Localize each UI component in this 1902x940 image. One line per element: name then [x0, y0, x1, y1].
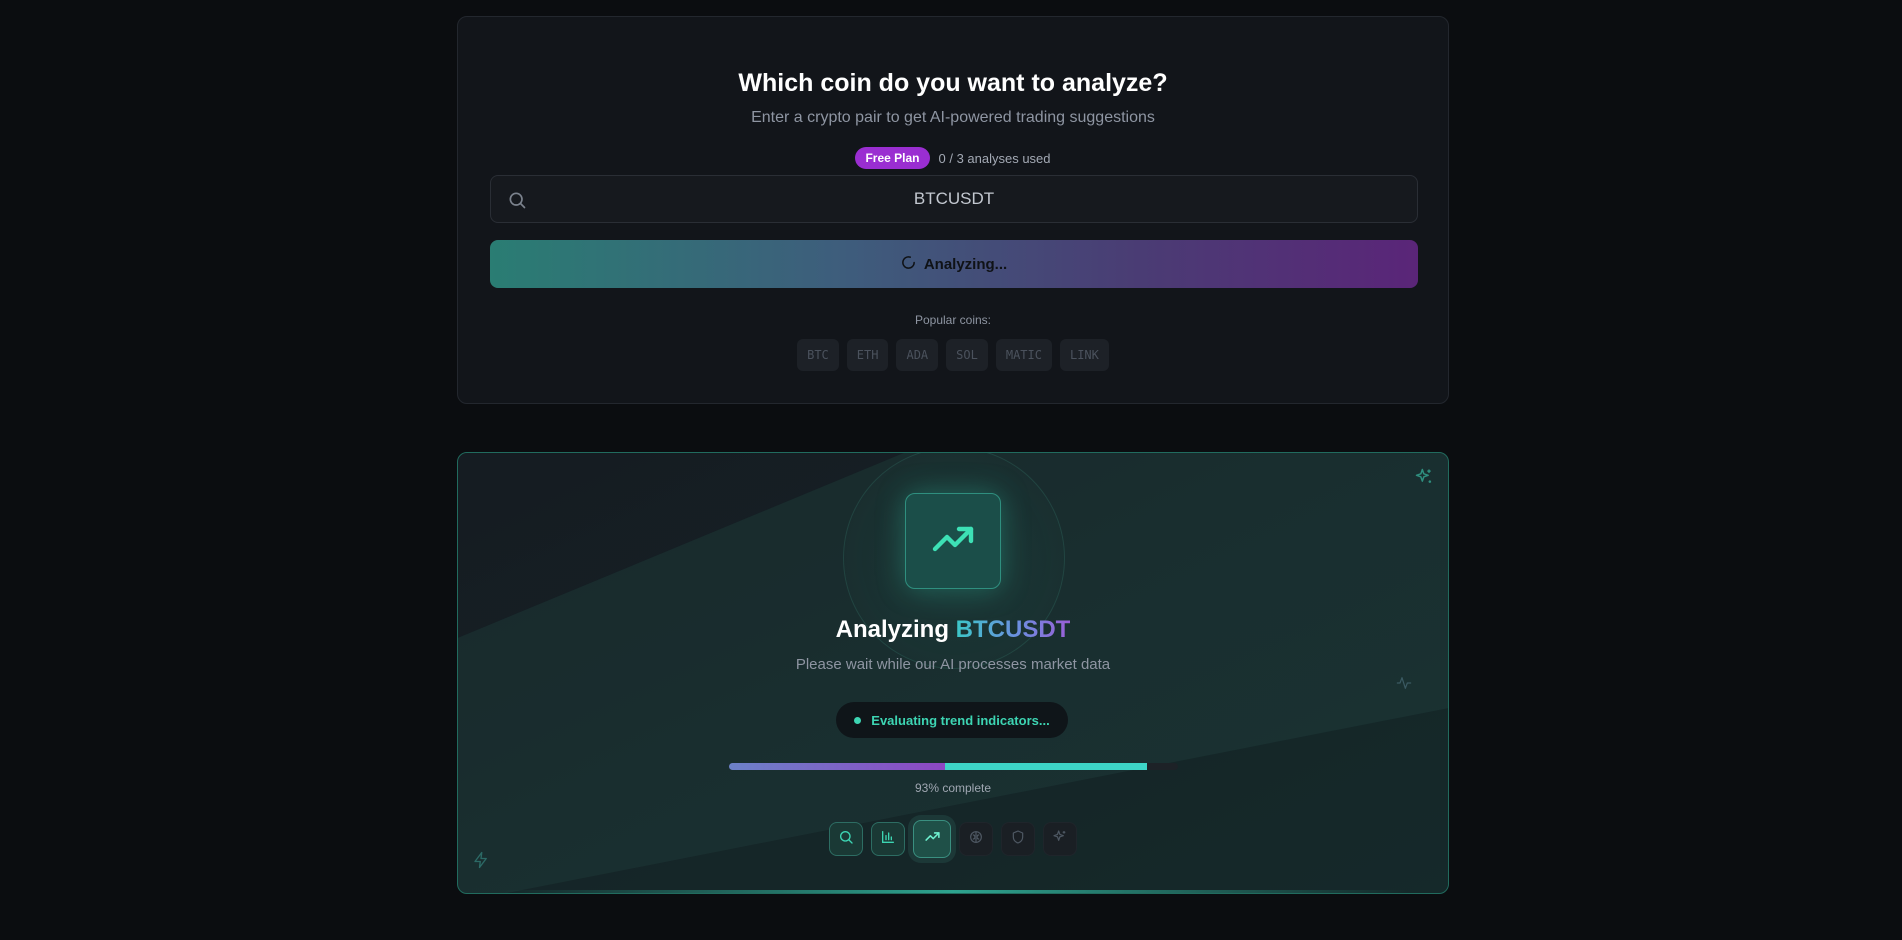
status-pill: Evaluating trend indicators... [836, 702, 1068, 738]
analyzing-title: Analyzing BTCUSDT [458, 616, 1448, 644]
bottom-glow [498, 890, 1408, 893]
step-ai [959, 822, 993, 856]
analysis-progress-card: Analyzing BTCUSDT Please wait while our … [457, 452, 1449, 894]
coin-chip-ada[interactable]: ADA [896, 339, 939, 371]
search-input[interactable] [491, 176, 1417, 222]
brain-icon [968, 829, 984, 850]
popular-coins-label: Popular coins: [914, 313, 992, 327]
sparkles-icon [1414, 467, 1434, 492]
coin-chip-btc[interactable]: BTC [797, 339, 839, 371]
search-field[interactable] [490, 175, 1418, 223]
status-dot [854, 716, 862, 724]
status-text: Evaluating trend indicators... [871, 712, 1050, 728]
page-title: Which coin do you want to analyze? [738, 69, 1168, 97]
step-result [1043, 822, 1077, 856]
progress-fill-gradient [729, 763, 945, 770]
coin-search-card: Which coin do you want to analyze? Enter… [457, 16, 1449, 404]
analyzing-coin: BTCUSDT [955, 616, 1071, 643]
trending-up-icon [924, 828, 941, 850]
analysis-steps [458, 820, 1448, 858]
coin-chip-matic[interactable]: MATIC [995, 339, 1052, 371]
plan-row: Free Plan 0 / 3 analyses used [458, 147, 1448, 169]
activity-icon [1396, 675, 1412, 696]
progress-label: 93% complete [914, 781, 992, 795]
sparkles-icon [1052, 829, 1068, 850]
page-subtitle: Enter a crypto pair to get AI-powered tr… [751, 109, 1155, 126]
step-risk [1001, 822, 1035, 856]
popular-coins-list: BTC ETH ADA SOL MATIC LINK [458, 339, 1448, 371]
analyze-button-label: Analyzing... [923, 255, 1008, 273]
trending-up-badge [905, 493, 1001, 589]
coin-chip-eth[interactable]: ETH [846, 339, 889, 371]
coin-chip-link[interactable]: LINK [1059, 339, 1109, 371]
shield-icon [1010, 829, 1026, 850]
usage-counter: 0 / 3 analyses used [938, 150, 1051, 166]
step-chart [871, 822, 905, 856]
step-trend [913, 820, 951, 858]
progress-bar [729, 763, 1178, 770]
progress-fill [729, 763, 1147, 770]
analyze-button[interactable]: Analyzing... [490, 240, 1418, 288]
wait-message: Please wait while our AI processes marke… [795, 656, 1111, 673]
step-search [829, 822, 863, 856]
plan-badge: Free Plan [855, 147, 930, 169]
search-icon [838, 829, 854, 850]
trending-up-icon [929, 515, 977, 568]
spinner-icon [901, 255, 916, 274]
coin-chip-sol[interactable]: SOL [946, 339, 988, 371]
bar-chart-icon [880, 829, 896, 850]
analyzing-title-prefix: Analyzing [835, 616, 949, 643]
progress-fill-solid [944, 763, 1147, 770]
